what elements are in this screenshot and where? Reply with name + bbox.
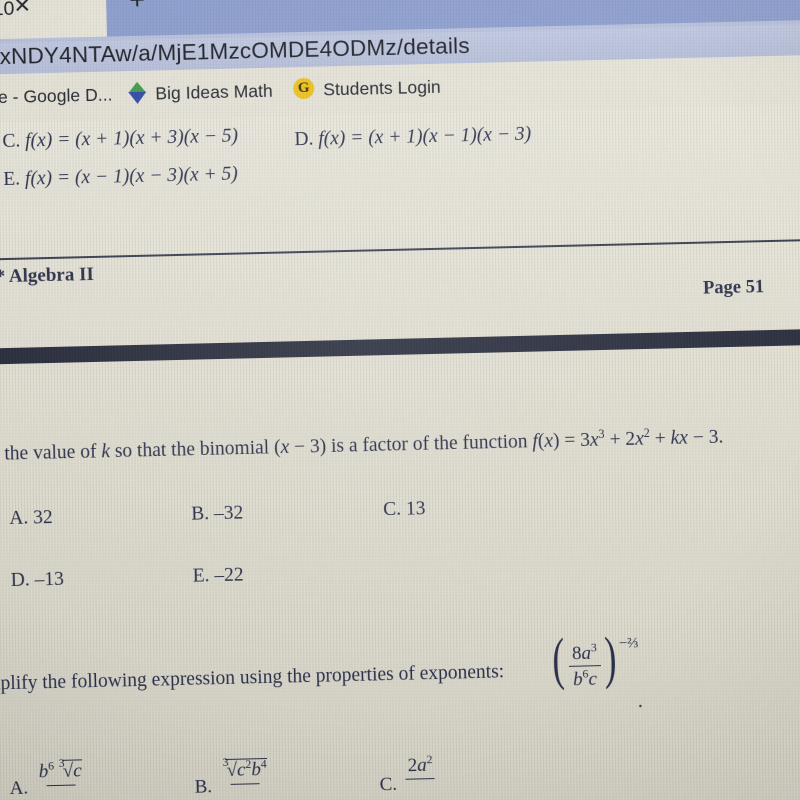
prev-option-d-letter: D. <box>294 128 314 151</box>
q2-option-a[interactable]: A. b6 3√c <box>9 756 89 800</box>
prev-option-d: D. f(x) = (x + 1)(x − 1)(x − 3) <box>294 124 531 152</box>
q2-option-b[interactable]: B. 3√c2b4 <box>194 755 274 800</box>
header-rule <box>0 238 800 262</box>
q1-option-c-letter: C. <box>382 498 402 521</box>
running-head-left: e-AP* Algebra II <box>0 263 95 289</box>
prev-option-e: E. f(x) = (x − 1)(x − 3)(x + 5) <box>3 164 238 192</box>
screenshot-root: later 12:10 ✕ + ExNDY4NTAw/a/MjE1MzcOMDE… <box>0 0 800 800</box>
new-tab-button[interactable]: + <box>124 0 151 15</box>
photographed-screen: later 12:10 ✕ + ExNDY4NTAw/a/MjE1MzcOMDE… <box>0 0 800 800</box>
fraction-denominator: b6c <box>568 665 602 692</box>
prev-option-c: C. f(x) = (x + 1)(x + 3)(x − 5) <box>2 126 238 154</box>
q1-option-b[interactable]: B. –32 <box>191 502 244 525</box>
worksheet-page: C. f(x) = (x + 1)(x + 3)(x − 5) D. f(x) … <box>0 103 800 800</box>
q2-option-b-numerator: 3√c2b4 <box>222 755 269 781</box>
q2-option-a-numerator: b6 3√c <box>38 756 83 783</box>
q2-option-b-fraction: 3√c2b4 <box>217 755 273 800</box>
question-1-text: Find the value of k so that the binomial… <box>0 424 724 466</box>
prev-option-e-text: f(x) = (x − 1)(x − 3)(x + 5) <box>24 163 239 190</box>
den-var2: c <box>588 668 598 691</box>
q1-option-d-letter: D. <box>10 569 30 591</box>
q2-option-a-denominator <box>46 784 77 800</box>
page-number: Page 51 <box>702 277 765 299</box>
prev-option-c-text: f(x) = (x + 1)(x + 3)(x − 5) <box>24 125 239 152</box>
q1-part-close: ) = 3 <box>552 429 591 452</box>
q1-option-e-value: –22 <box>214 564 244 587</box>
fraction-numerator: 8a3 <box>568 641 601 666</box>
q2-option-c-numerator: 2a2 <box>407 753 433 777</box>
q2-option-a-letter: A. <box>9 777 29 800</box>
q1-part-lead: Find the value of <box>0 441 97 465</box>
q2-option-b-letter: B. <box>194 776 213 798</box>
q1-part-tail: − 3. <box>687 426 724 449</box>
q1-part-plus: + 2 <box>604 428 636 451</box>
q1-option-e-letter: E. <box>192 565 210 587</box>
paren-close: ) <box>603 624 618 691</box>
q1-option-c[interactable]: C. 13 <box>383 498 426 521</box>
q2-option-b-denominator <box>231 783 261 800</box>
q2-option-c-denominator <box>405 778 436 800</box>
prev-option-d-text: f(x) = (x + 1)(x − 1)(x − 3) <box>318 123 532 150</box>
q1-option-a-letter: A. <box>9 507 29 530</box>
q1-option-a[interactable]: A. 32 <box>9 507 53 530</box>
q1-part-mid2: − 3) is a factor of the function <box>288 431 533 458</box>
q2-option-a-fraction: b6 3√c <box>33 756 88 800</box>
q2-option-c-fraction: 2a2 <box>402 753 438 800</box>
prev-option-c-letter: C. <box>2 130 21 153</box>
bookmark-students-login[interactable]: Students Login <box>323 77 441 101</box>
q1-option-e[interactable]: E. –22 <box>192 565 243 588</box>
q1-option-c-value: 13 <box>405 498 426 520</box>
close-icon[interactable]: ✕ <box>11 0 34 18</box>
big-ideas-math-diamond-icon <box>127 81 148 105</box>
prev-option-e-letter: E. <box>3 168 21 191</box>
bookmark-big-ideas-math[interactable]: Big Ideas Math <box>155 81 273 105</box>
section-divider-rule <box>0 328 800 366</box>
q1-option-b-letter: B. <box>191 503 210 525</box>
browser-tab[interactable]: later 12:10 ✕ <box>0 0 107 42</box>
q1-option-d-value: –13 <box>34 568 65 591</box>
q1-option-a-value: 32 <box>32 506 53 529</box>
expression-exponent: −⅔ <box>618 635 639 652</box>
q1-part-plusk: + <box>649 427 671 450</box>
num-coef: 8 <box>571 642 582 665</box>
q1-option-d[interactable]: D. –13 <box>11 569 65 592</box>
bookmark-google-drive[interactable]: rive - Google D... <box>0 84 113 108</box>
expression-fraction: 8a3 b6c <box>568 641 602 692</box>
num-exp: 3 <box>590 641 597 655</box>
q1-part-mid: so that the binomial ( <box>109 437 281 463</box>
q2-option-c-letter: C. <box>379 773 398 796</box>
question-2-expression: ( 8a3 b6c ) −⅔ <box>548 624 639 692</box>
question-2-prompt: Simplify the following expression using … <box>0 661 505 695</box>
q1-option-b-value: –32 <box>213 502 244 525</box>
sentence-period: . <box>637 690 644 713</box>
paren-open: ( <box>551 625 566 692</box>
q2-option-c[interactable]: C. 2a2 <box>379 753 438 800</box>
